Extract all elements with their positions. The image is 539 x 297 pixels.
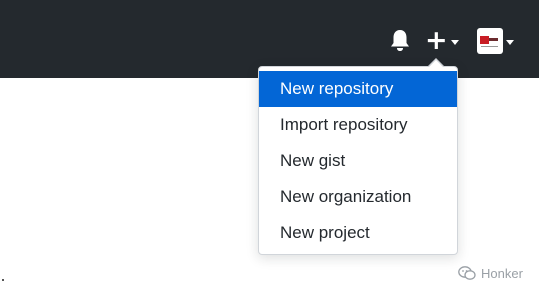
menu-item-new-project[interactable]: New project — [259, 215, 457, 251]
menu-item-import-repository[interactable]: Import repository — [259, 107, 457, 143]
menu-item-new-organization[interactable]: New organization — [259, 179, 457, 215]
page: + New repository Import repository New g… — [0, 0, 539, 297]
caret-down-icon — [450, 39, 459, 45]
avatar — [477, 28, 503, 54]
create-new-dropdown-button[interactable]: + — [425, 27, 459, 55]
stray-dot — [2, 279, 4, 281]
dropdown-pointer-fill — [429, 60, 443, 67]
menu-item-new-repository[interactable]: New repository — [259, 71, 457, 107]
plus-icon: + — [425, 25, 448, 56]
menu-item-new-gist[interactable]: New gist — [259, 143, 457, 179]
caret-down-icon — [506, 39, 514, 45]
wechat-icon — [458, 266, 476, 280]
watermark: Honker — [458, 266, 523, 281]
user-menu-button[interactable] — [477, 28, 514, 54]
watermark-text: Honker — [481, 266, 523, 281]
create-dropdown-menu: New repository Import repository New gis… — [258, 66, 458, 255]
notifications-bell-icon[interactable] — [389, 28, 411, 52]
